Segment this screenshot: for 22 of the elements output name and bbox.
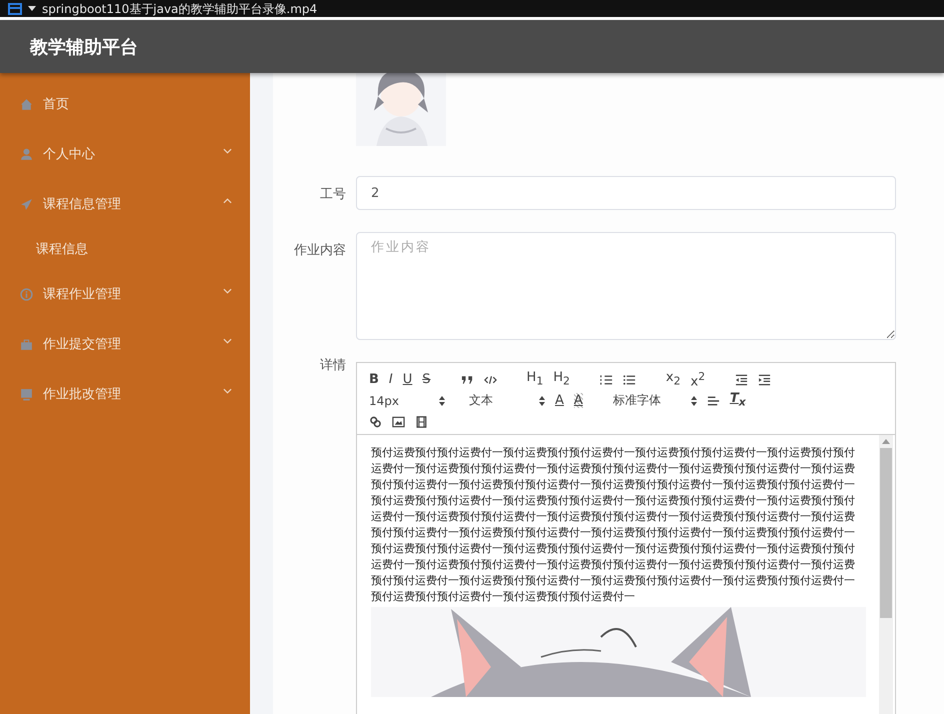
header-select[interactable]: 文本 [469,392,545,409]
field-label: 作业内容 [293,242,346,260]
text-color-button[interactable]: A [555,393,564,408]
textarea-field[interactable]: 作业内容 [356,232,896,340]
app-title: 教学辅助平台 [30,36,138,58]
video-title: springboot110基于java的教学辅助平台录像.mp4 [42,2,318,16]
script-button[interactable]: x$^{2}$ [690,369,706,390]
clear-format-button[interactable]: T$_{x}$ [730,391,746,410]
input-field[interactable]: 2 [356,176,896,210]
heading-button[interactable]: H$_{1}$ [526,370,544,389]
heading-button[interactable]: H$_{2}$ [553,370,570,389]
font-select[interactable]: 标准字体 [612,392,697,409]
field-label: 详情 [319,357,346,375]
script-button[interactable]: x$_{2}$ [666,370,680,389]
paragraph: 预付运费预付预付运费付一预付运费预付预付运费付一预付运费预付预付运费付一预付运费预付预付运费付一预付运费预付预付运费付一预付运费预付预付运费付一预付运费预付预付运费付一预付运费预付预付运费付一预付运费预付预付运费付一预付运费预付预付运费付一预付运费预付预付运费付一预付运费预付预付运费付一预付运费预付预付运费付一预付运费预付预付运费付一预付运费预付预付运费付一预付运费预付预付运费付一预付运费预付预付运费付一预付运费预付预付运费付一预付运费预付预付运费付一预付运费预付预付运费付一预付运费预付预付运费付一预付运费预付预付运费付一预付运费预付预付运费付一预付运费预付预付运费付一预付运费预付预付运费付一预付运费预付预付运费付一预付运费预付预付运费付一预付运费预付预付运费付一预付运费预付预付运费付一预付运费预付预付运费付一预付运费预付预付运费付一预付运费预付预付运费付一预付运费预付预付运费付一预付运费预付预付运费付一预付运费预付预付运费付一 [371,445,856,605]
underline-button[interactable]: U [402,372,412,387]
background-color-button[interactable]: A [574,393,583,408]
bold-button[interactable]: B [369,372,379,387]
field-label: 工号 [319,186,346,204]
italic-button[interactable]: I [388,372,393,387]
size-select[interactable]: 14px [369,394,445,408]
strike-button[interactable]: S [422,372,431,387]
